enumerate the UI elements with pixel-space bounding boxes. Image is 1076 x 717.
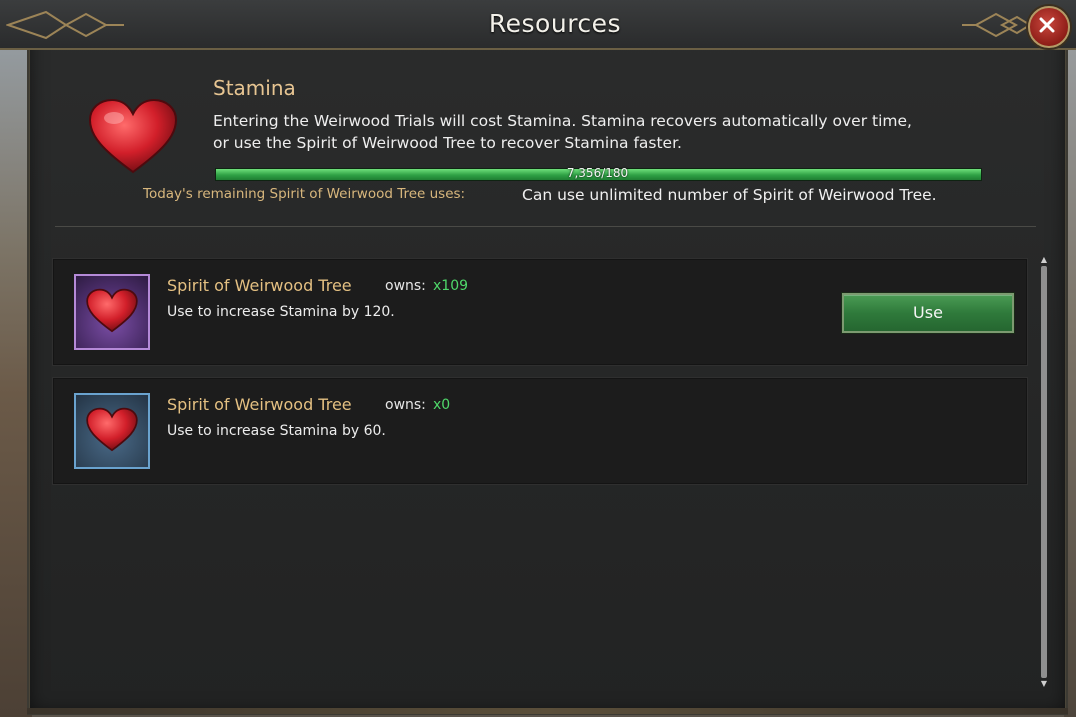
stamina-title: Stamina [213, 76, 296, 100]
panel-bottom-border [27, 708, 1068, 714]
section-divider [55, 226, 1036, 227]
list-item: Spirit of Weirwood Tree owns: x109 Use t… [52, 258, 1028, 366]
item-description: Use to increase Stamina by 60. [167, 423, 386, 439]
heart-icon [86, 288, 138, 333]
stamina-progress-text: 7,356/180 [566, 166, 629, 180]
item-name: Spirit of Weirwood Tree [167, 395, 352, 414]
scroll-down-arrow-icon[interactable]: ▼ [1039, 680, 1049, 688]
item-icon-frame [74, 393, 150, 469]
item-name: Spirit of Weirwood Tree [167, 276, 352, 295]
use-button[interactable]: Use [842, 293, 1014, 333]
owns-label: owns: [385, 278, 426, 294]
owns-count: x0 [433, 397, 451, 413]
title-bar: Resources [0, 0, 1076, 50]
item-list-scrollbar[interactable]: ▲ ▼ [1039, 256, 1049, 688]
remaining-uses-label: Today's remaining Spirit of Weirwood Tre… [143, 186, 466, 202]
close-button[interactable] [1028, 6, 1070, 48]
remaining-uses-value: Can use unlimited number of Spirit of We… [522, 186, 937, 204]
owns-count: x109 [433, 278, 469, 294]
item-icon-frame [74, 274, 150, 350]
close-icon [1039, 17, 1055, 33]
owns-label: owns: [385, 397, 426, 413]
list-item: Spirit of Weirwood Tree owns: x0 Use to … [52, 377, 1028, 485]
window-title: Resources [488, 9, 622, 38]
ornament-right-icon [962, 12, 1032, 38]
heart-icon [86, 407, 138, 452]
scroll-up-arrow-icon[interactable]: ▲ [1039, 256, 1049, 264]
stamina-description: Entering the Weirwood Trials will cost S… [213, 112, 912, 152]
scroll-thumb[interactable] [1041, 266, 1047, 678]
item-description: Use to increase Stamina by 120. [167, 304, 395, 320]
heart-icon [88, 98, 178, 174]
